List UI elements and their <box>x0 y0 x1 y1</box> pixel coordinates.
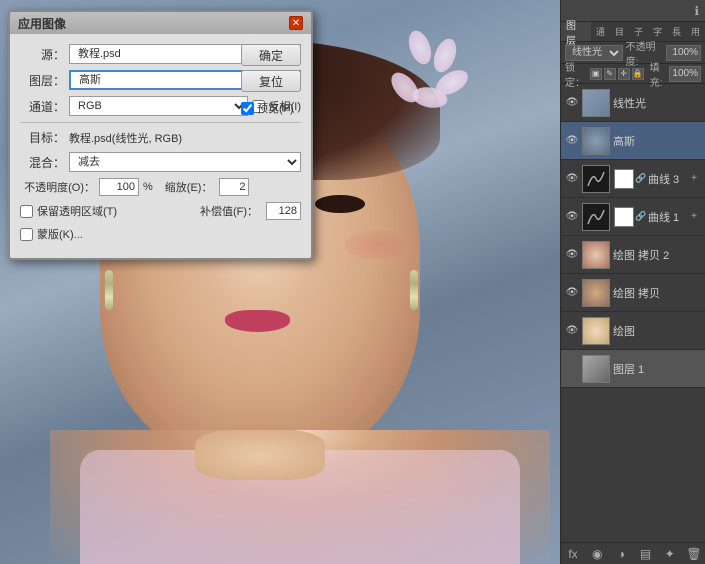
fill-input[interactable] <box>669 66 701 82</box>
target-value: 教程.psd(线性光, RGB) <box>69 130 182 146</box>
tab-other6[interactable]: 用 <box>686 22 705 41</box>
delete-layer-button[interactable]: 🗑 <box>686 546 702 562</box>
layer-name: 绘图 <box>613 323 701 339</box>
layer-visibility-toggle[interactable]: 👁 <box>565 134 579 148</box>
reset-button[interactable]: 复位 <box>241 70 301 92</box>
target-label: 目标： <box>20 129 65 146</box>
offset-label: 补偿值(F)： <box>200 203 258 219</box>
opacity-scale-row: 不透明度(O)： % 缩放(E)： <box>20 178 301 196</box>
layer-visibility-toggle[interactable]: 👁 <box>565 248 579 262</box>
tab-layers[interactable]: 图层 <box>561 22 591 41</box>
layer-name: 绘图 拷贝 <box>613 285 701 301</box>
opacity-label: 不透明度(O)： <box>20 179 95 195</box>
layer-item[interactable]: 👁 图层 1 <box>561 350 705 388</box>
preserve-label: 保留透明区域(T) <box>37 203 196 219</box>
mask-checkbox[interactable] <box>20 228 33 241</box>
scale-input[interactable] <box>219 178 249 196</box>
layer-item[interactable]: 👁 线性光 <box>561 84 705 122</box>
layer-visibility-toggle[interactable]: 👁 <box>565 96 579 110</box>
layer-thumbnail <box>582 127 610 155</box>
fill-lock-row: 锁定： ▣ ✎ ✛ 🔒 填充: <box>561 64 705 84</box>
layer-name: 曲线 3 <box>648 171 684 187</box>
dialog-title: 应用图像 <box>18 15 66 32</box>
layer-item[interactable]: 👁 高斯 <box>561 122 705 160</box>
preview-checkbox[interactable] <box>241 102 254 115</box>
offset-input[interactable] <box>266 202 301 220</box>
layer-item[interactable]: 👁 🔗 曲线 3 + <box>561 160 705 198</box>
lock-transparent-icon[interactable]: ▣ <box>590 68 602 80</box>
layer-thumbnail <box>582 355 610 383</box>
layer-item[interactable]: 👁 绘图 拷贝 <box>561 274 705 312</box>
right-panel: ℹ 图层 通 目 子 字 長 用 线性光 不透明度: 锁定： ▣ ✎ ✛ 🔒 填… <box>560 0 705 564</box>
new-adjustment-button[interactable]: ◑ <box>613 546 629 562</box>
layer-item[interactable]: 👁 🔗 曲线 1 + <box>561 198 705 236</box>
lock-icons: ▣ ✎ ✛ 🔒 <box>590 68 644 80</box>
layer-name: 图层 1 <box>613 361 701 377</box>
layer-link-icon: 🔗 <box>637 211 645 222</box>
add-mask-button[interactable]: ◉ <box>589 546 605 562</box>
layer-visibility-toggle[interactable]: 👁 <box>565 210 579 224</box>
preserve-offset-row: 保留透明区域(T) 补偿值(F)： <box>20 202 301 220</box>
lock-position-icon[interactable]: ✛ <box>618 68 630 80</box>
layer-thumbnail <box>582 203 610 231</box>
layer-visibility-toggle[interactable]: 👁 <box>565 172 579 186</box>
mask-label: 蒙版(K)... <box>37 226 83 242</box>
layer-name: 绘图 拷贝 2 <box>613 247 701 263</box>
layer-label: 图层： <box>20 72 65 89</box>
lock-all-icon[interactable]: 🔒 <box>632 68 644 80</box>
blend-label: 混合： <box>20 154 65 171</box>
layer-link-icon: 🔗 <box>637 173 645 184</box>
layer-thumbnail <box>582 279 610 307</box>
layer-thumbnail <box>582 89 610 117</box>
layer-plus-icon: + <box>687 210 701 224</box>
target-row: 目标： 教程.psd(线性光, RGB) <box>20 129 301 146</box>
layer-thumbnail <box>582 165 610 193</box>
layer-thumbnail <box>582 241 610 269</box>
mask-row: 蒙版(K)... <box>20 226 301 242</box>
preview-row: 预览(P) <box>241 100 301 116</box>
layer-plus-icon: + <box>687 172 701 186</box>
dialog-buttons: 确定 复位 预览(P) <box>241 44 301 116</box>
preserve-checkbox[interactable] <box>20 205 33 218</box>
layer-thumbnail <box>582 317 610 345</box>
add-style-button[interactable]: fx <box>565 546 581 562</box>
new-group-button[interactable]: ▤ <box>638 546 654 562</box>
layer-item[interactable]: 👁 绘图 <box>561 312 705 350</box>
layer-name: 高斯 <box>613 133 701 149</box>
dialog-content: 确定 复位 预览(P) 源： 教程.psd 图层： 高斯 通道： RGB <box>10 34 311 258</box>
layer-name: 曲线 1 <box>648 209 684 225</box>
info-icon[interactable]: ℹ <box>694 4 699 18</box>
layer-visibility-toggle[interactable]: 👁 <box>565 286 579 300</box>
dialog-close-button[interactable]: ✕ <box>289 16 303 30</box>
channel-select[interactable]: RGB <box>69 96 248 116</box>
layer-name: 线性光 <box>613 95 701 111</box>
layers-list: 👁 线性光 👁 高斯 👁 🔗 曲线 3 + <box>561 84 705 514</box>
opacity-number-input[interactable] <box>99 178 139 196</box>
tab-other5[interactable]: 長 <box>667 22 686 41</box>
layer-item[interactable]: 👁 绘图 拷贝 2 <box>561 236 705 274</box>
new-layer-button[interactable]: ✦ <box>662 546 678 562</box>
blend-select[interactable]: 减去 <box>69 152 301 172</box>
preview-label: 预览(P) <box>257 100 294 116</box>
channel-label: 通道： <box>20 98 65 115</box>
scale-label: 缩放(E)： <box>165 179 213 195</box>
blend-mode-row: 混合： 减去 <box>20 152 301 172</box>
opacity-unit: % <box>143 181 153 193</box>
layer-mask-thumbnail <box>614 169 634 189</box>
lock-image-icon[interactable]: ✎ <box>604 68 616 80</box>
apply-image-dialog: 应用图像 ✕ 确定 复位 预览(P) 源： 教程.psd 图层： 高斯 <box>8 10 313 260</box>
layer-visibility-toggle[interactable]: 👁 <box>565 362 579 376</box>
layer-visibility-toggle[interactable]: 👁 <box>565 324 579 338</box>
dialog-titlebar: 应用图像 ✕ <box>10 12 311 34</box>
layers-footer: fx ◉ ◑ ▤ ✦ 🗑 <box>561 542 705 564</box>
dialog-divider <box>20 122 301 123</box>
layer-mask-thumbnail <box>614 207 634 227</box>
tab-other1[interactable]: 通 <box>591 22 610 41</box>
opacity-input[interactable] <box>666 45 701 61</box>
ok-button[interactable]: 确定 <box>241 44 301 66</box>
source-label: 源： <box>20 46 65 63</box>
